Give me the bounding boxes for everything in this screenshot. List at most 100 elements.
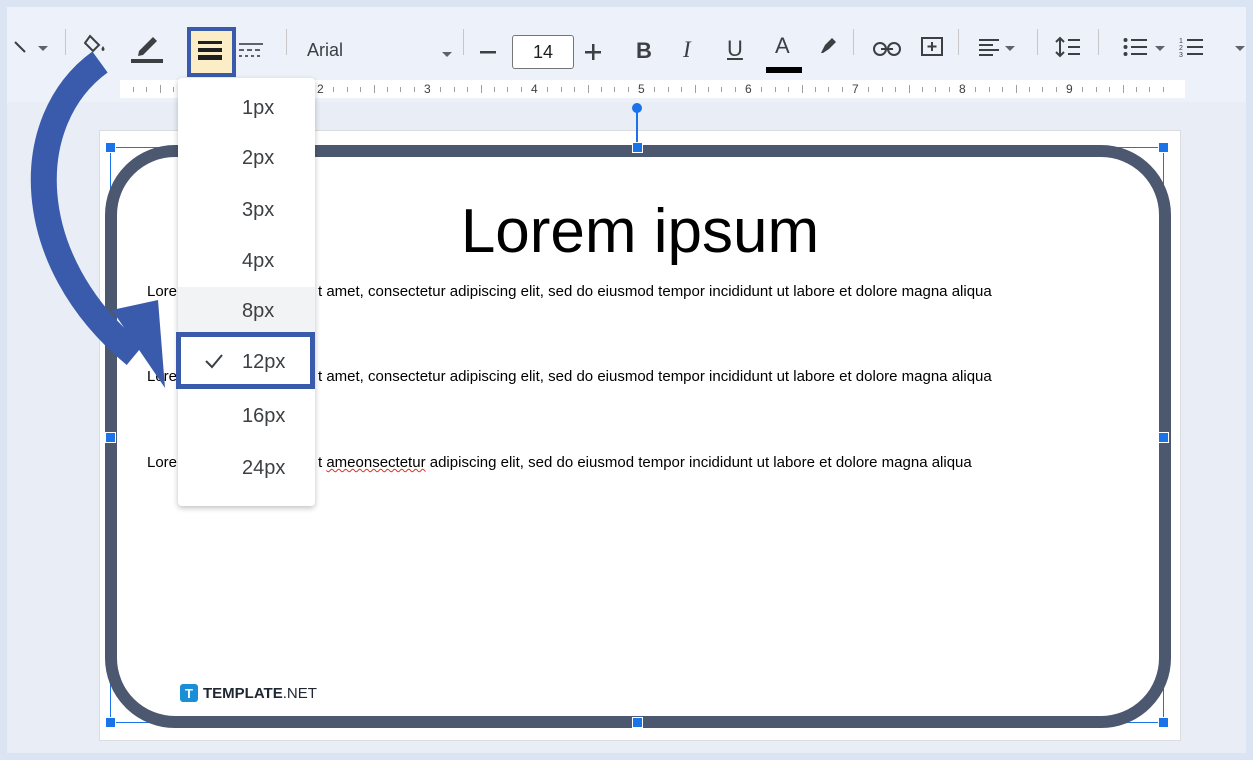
logo-text: TEMPLATE.NET bbox=[203, 685, 317, 702]
numbered-list-icon[interactable]: 123 bbox=[1179, 36, 1203, 58]
ruler-tick bbox=[654, 86, 656, 92]
menu-item-label: 24px bbox=[242, 456, 286, 479]
ruler-tick bbox=[1149, 86, 1151, 92]
body-line-2[interactable]: t amet, consectetur adipiscing elit, sed… bbox=[318, 368, 992, 385]
ruler-tick bbox=[373, 85, 375, 93]
ruler-tick bbox=[574, 86, 576, 92]
chevron-down-icon[interactable] bbox=[1005, 46, 1015, 52]
ruler-tick bbox=[627, 86, 629, 92]
ruler-tick bbox=[600, 86, 602, 92]
rotation-handle-line bbox=[636, 110, 638, 146]
ruler-tick bbox=[908, 85, 910, 93]
highlight-color-icon[interactable] bbox=[817, 35, 839, 57]
menu-item-24px[interactable]: 24px bbox=[178, 444, 315, 492]
ruler-tick bbox=[761, 86, 763, 92]
ruler-tick bbox=[1135, 86, 1137, 92]
toolbar-separator bbox=[1098, 29, 1099, 55]
ruler-tick bbox=[386, 86, 388, 92]
bulleted-list-icon[interactable] bbox=[1123, 37, 1147, 57]
ruler-tick bbox=[1042, 86, 1044, 92]
rotation-handle[interactable] bbox=[632, 103, 642, 113]
ruler-tick bbox=[1002, 86, 1004, 92]
svg-text:2: 2 bbox=[1179, 45, 1183, 52]
ruler-number: 5 bbox=[638, 82, 645, 96]
template-net-logo: T TEMPLATE.NET bbox=[180, 684, 317, 702]
increase-font-size-icon[interactable] bbox=[585, 44, 601, 60]
resize-handle-top-right[interactable] bbox=[1158, 142, 1169, 153]
ruler-tick bbox=[948, 86, 950, 92]
ruler-tick bbox=[520, 86, 522, 92]
ruler-tick bbox=[1095, 86, 1097, 92]
ruler-tick bbox=[694, 85, 696, 93]
ruler-tick bbox=[333, 86, 335, 92]
ruler-tick bbox=[493, 86, 495, 92]
ruler-tick bbox=[734, 86, 736, 92]
body-line-3[interactable]: t ameonsectetur adipiscing elit, sed do … bbox=[318, 454, 972, 471]
resize-handle-left[interactable] bbox=[105, 432, 116, 443]
resize-handle-top[interactable] bbox=[632, 142, 643, 153]
ruler-tick bbox=[1015, 85, 1017, 93]
ruler-tick bbox=[1162, 86, 1164, 92]
ruler-number: 9 bbox=[1066, 82, 1073, 96]
text-color-button[interactable]: A bbox=[775, 33, 790, 59]
bold-button[interactable]: B bbox=[636, 38, 652, 64]
ruler-tick bbox=[814, 86, 816, 92]
ruler-tick bbox=[507, 86, 509, 92]
ruler-tick bbox=[413, 86, 415, 92]
ruler-number: 3 bbox=[424, 82, 431, 96]
ruler-tick bbox=[681, 86, 683, 92]
svg-text:1: 1 bbox=[1179, 38, 1183, 45]
text-color-swatch bbox=[766, 67, 802, 73]
shape-title-text[interactable]: Lorem ipsum bbox=[370, 197, 910, 266]
ruler-tick bbox=[895, 86, 897, 92]
ruler-tick bbox=[346, 86, 348, 92]
resize-handle-bottom-left[interactable] bbox=[105, 717, 116, 728]
ruler-number: 7 bbox=[852, 82, 859, 96]
ruler-tick bbox=[935, 86, 937, 92]
italic-button[interactable]: I bbox=[683, 37, 691, 63]
ruler-tick bbox=[707, 86, 709, 92]
resize-handle-bottom-right[interactable] bbox=[1158, 717, 1169, 728]
ruler-tick bbox=[587, 85, 589, 93]
chevron-down-icon[interactable] bbox=[442, 45, 452, 63]
ruler-tick bbox=[480, 85, 482, 93]
spellcheck-word[interactable]: ameonsectetur bbox=[326, 454, 425, 471]
chevron-down-icon[interactable] bbox=[1155, 46, 1165, 52]
align-icon[interactable] bbox=[979, 38, 1001, 56]
ruler-tick bbox=[828, 86, 830, 92]
ruler-tick bbox=[774, 86, 776, 92]
ruler-tick bbox=[988, 86, 990, 92]
ruler-tick bbox=[881, 86, 883, 92]
ruler-tick bbox=[841, 86, 843, 92]
ruler-tick bbox=[721, 86, 723, 92]
ruler-tick bbox=[440, 86, 442, 92]
ruler-tick bbox=[1028, 86, 1030, 92]
ruler-tick bbox=[1082, 86, 1084, 92]
toolbar-separator bbox=[463, 29, 464, 55]
line-spacing-icon[interactable] bbox=[1055, 36, 1081, 58]
toolbar-separator bbox=[853, 29, 854, 55]
chevron-down-icon[interactable] bbox=[1235, 46, 1245, 52]
ruler-tick bbox=[975, 86, 977, 92]
ruler-tick bbox=[1109, 86, 1111, 92]
link-icon[interactable] bbox=[873, 42, 901, 56]
logo-text-bold: TEMPLATE bbox=[203, 684, 283, 702]
ruler-number: 8 bbox=[959, 82, 966, 96]
ruler-tick bbox=[453, 86, 455, 92]
font-size-input[interactable]: 14 bbox=[512, 35, 574, 69]
resize-handle-right[interactable] bbox=[1158, 432, 1169, 443]
toolbar-separator bbox=[1037, 29, 1038, 55]
body-line-3-rest: adipiscing elit, sed do eiusmod tempor i… bbox=[425, 454, 972, 471]
ruler-tick bbox=[400, 86, 402, 92]
resize-handle-bottom[interactable] bbox=[632, 717, 643, 728]
underline-button[interactable]: U bbox=[727, 36, 743, 62]
body-line-3-start[interactable]: Lore bbox=[147, 454, 177, 471]
ruler-tick bbox=[1055, 86, 1057, 92]
ruler-tick bbox=[921, 86, 923, 92]
insert-comment-icon[interactable] bbox=[921, 37, 943, 59]
ruler-tick bbox=[868, 86, 870, 92]
ruler-tick bbox=[467, 86, 469, 92]
decrease-font-size-icon[interactable] bbox=[480, 51, 496, 54]
body-line-1[interactable]: t amet, consectetur adipiscing elit, sed… bbox=[318, 283, 992, 300]
ruler-tick bbox=[360, 86, 362, 92]
